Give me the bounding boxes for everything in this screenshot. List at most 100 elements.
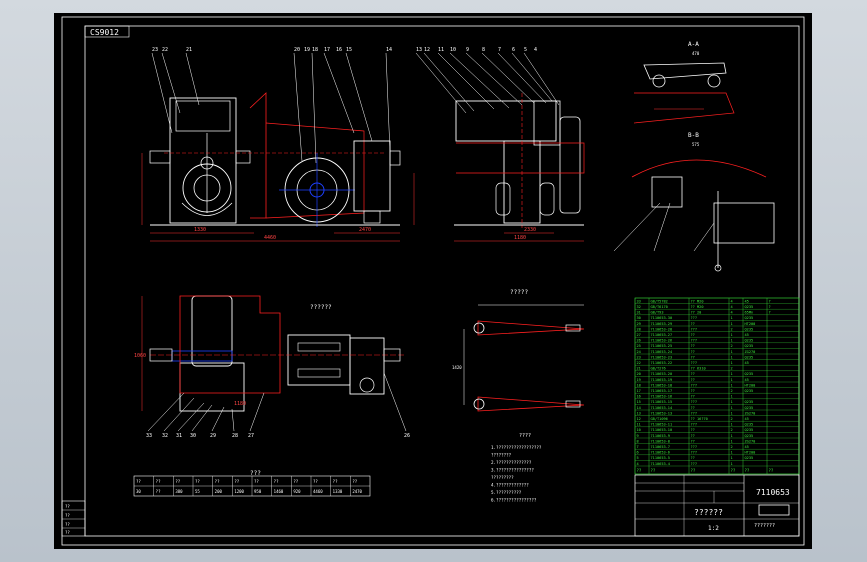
plan-drum-slot-1 bbox=[297, 342, 341, 352]
parts-list-cell: 7110653-20 bbox=[651, 372, 673, 376]
section-a-profile bbox=[643, 62, 727, 80]
parts-list-cell: ?? bbox=[691, 389, 695, 393]
bottom-table-cell: 380 bbox=[175, 489, 183, 494]
parts-list-header: ?? bbox=[637, 468, 642, 473]
parts-list-cell: 12 bbox=[637, 417, 641, 421]
parts-list-cell: 33 bbox=[637, 299, 641, 303]
gearbox-housing bbox=[169, 97, 237, 224]
balloon-label: 8 bbox=[482, 47, 485, 53]
balloon-label: 19 bbox=[304, 47, 310, 53]
section-b-label: B-B bbox=[688, 132, 699, 139]
rail-clamp-upper bbox=[473, 322, 485, 334]
rail-label: ????? bbox=[510, 289, 528, 296]
parts-list-cell: 7110653-23 bbox=[651, 355, 673, 359]
parts-list-cell: 65Mn bbox=[745, 311, 754, 315]
parts-list-cell: ??? bbox=[691, 423, 698, 427]
side-guard bbox=[559, 116, 581, 214]
balloon-label: 4 bbox=[534, 47, 537, 53]
plan-hidden-frame bbox=[179, 295, 281, 394]
section-b-leader-2 bbox=[653, 202, 671, 252]
bottom-table-cell: 1460 bbox=[274, 489, 284, 494]
parts-list-cell: GB/T6170 bbox=[651, 305, 668, 309]
parts-list-cell: Q235 bbox=[745, 456, 754, 460]
parts-list-cell: Q235 bbox=[745, 327, 754, 331]
parts-list-cell: 4 bbox=[731, 299, 733, 303]
company-logo bbox=[758, 504, 790, 516]
plan-bearing bbox=[349, 337, 385, 395]
parts-list-cell: ?? bbox=[691, 456, 695, 460]
bottom-table-header: ?? bbox=[313, 479, 318, 484]
bottom-table-header: ?? bbox=[195, 479, 200, 484]
bottom-table-cell: 55 bbox=[195, 489, 200, 494]
balloon-label: 9 bbox=[466, 47, 469, 53]
balloon-label: 30 bbox=[190, 433, 196, 439]
rail-dim: 1420 bbox=[452, 365, 462, 370]
drawing-number: 7110653 bbox=[756, 488, 790, 497]
parts-list-cell: ? bbox=[769, 305, 771, 309]
bottom-table-cell: 1330 bbox=[333, 489, 343, 494]
bottom-table-header: ?? bbox=[175, 479, 180, 484]
parts-list-cell: 1 bbox=[731, 434, 733, 438]
balloon-label: 20 bbox=[294, 47, 300, 53]
plan-view: ?????? 1060 1180 bbox=[134, 295, 407, 432]
balloon-label: 32 bbox=[162, 433, 168, 439]
bottom-table-header: ?? bbox=[352, 479, 357, 484]
parts-list-cell: 7110653-8 bbox=[651, 439, 670, 443]
parts-list-cell: ? bbox=[769, 299, 771, 303]
plan-bearing-bore bbox=[359, 377, 375, 393]
section-b-dim: 575 bbox=[692, 142, 700, 147]
section-a-pin bbox=[652, 74, 666, 88]
section-b-arc bbox=[631, 159, 767, 178]
parts-list-cell: ?? bbox=[691, 355, 695, 359]
parts-list-cell: 1 bbox=[731, 316, 733, 320]
plan-dim-2: 1180 bbox=[234, 401, 246, 407]
side-dim-2: 2330 bbox=[524, 227, 536, 233]
bottom-table-header: ?? bbox=[274, 479, 279, 484]
parts-list-cell: HT200 bbox=[745, 451, 756, 455]
parts-list-cell: ??? bbox=[691, 400, 698, 404]
section-a-dim: 470 bbox=[692, 51, 700, 56]
section-b-bracket bbox=[651, 176, 683, 208]
tech-requirements: ???? 1.?????????????????? ???????? 2.????… bbox=[491, 433, 542, 503]
parts-list-cell: 1 bbox=[731, 378, 733, 382]
bearing-cap bbox=[389, 150, 401, 166]
bottom-table-cell: 200 bbox=[215, 489, 223, 494]
parts-list-cell: ?? bbox=[691, 439, 695, 443]
parts-list-cell: 1 bbox=[731, 400, 733, 404]
section-b-leader-3 bbox=[693, 222, 715, 252]
parts-list-cell: 1 bbox=[731, 383, 733, 387]
balloon-label: 12 bbox=[424, 47, 430, 53]
plan-drum-slot-2 bbox=[297, 368, 341, 378]
parts-list-cell: ZG270 bbox=[745, 350, 756, 354]
parts-list-cell: 20 bbox=[637, 372, 641, 376]
parts-list-cell: 1 bbox=[731, 395, 733, 399]
parts-list-header: ?? bbox=[731, 468, 736, 473]
parts-list-cell: 1 bbox=[731, 339, 733, 343]
parts-list-cell: 7110653-7 bbox=[651, 445, 670, 449]
balloon-label: 6 bbox=[512, 47, 515, 53]
parts-list-cell: Q235 bbox=[745, 389, 754, 393]
parts-list-cell: 7110653-25 bbox=[651, 344, 673, 348]
balloon-label: 11 bbox=[438, 47, 444, 53]
bottom-table-header: ?? bbox=[234, 479, 239, 484]
parts-list-cell: 23 bbox=[637, 355, 641, 359]
balloon-row-top: 23 22 21 20 19 18 17 16 15 14 13 12 11 10 9 8 7 6 5 4 bbox=[152, 47, 537, 53]
drawing-scale: 1:2 bbox=[708, 525, 719, 532]
tech-req-title: ???? bbox=[519, 433, 531, 439]
parts-list-cell: 2 bbox=[731, 344, 733, 348]
parts-list-cell: 1 bbox=[731, 423, 733, 427]
bottom-table-header: ?? bbox=[333, 479, 338, 484]
stamp-label-3: ?? bbox=[65, 522, 70, 527]
parts-list-cell: 45 bbox=[745, 333, 749, 337]
parts-list-cell: ?? M20 bbox=[691, 299, 704, 303]
parts-list-cell: 7110653-19 bbox=[651, 378, 673, 382]
parts-list-cell: 4 bbox=[637, 462, 639, 466]
parts-list-cell: 8 bbox=[637, 439, 639, 443]
balloon-label: 33 bbox=[146, 433, 152, 439]
parts-list-cell: 7110653-11 bbox=[651, 423, 673, 427]
section-a-hidden bbox=[633, 92, 735, 124]
parts-list-cell: 2 bbox=[731, 327, 733, 331]
parts-list-cell: 7110653-27 bbox=[651, 333, 673, 337]
parts-list-cell: 7110653-4 bbox=[651, 462, 670, 466]
drawing-canvas[interactable]: CS9012 4460 1330 2470 1180 2330 23 22 21… bbox=[54, 13, 812, 549]
